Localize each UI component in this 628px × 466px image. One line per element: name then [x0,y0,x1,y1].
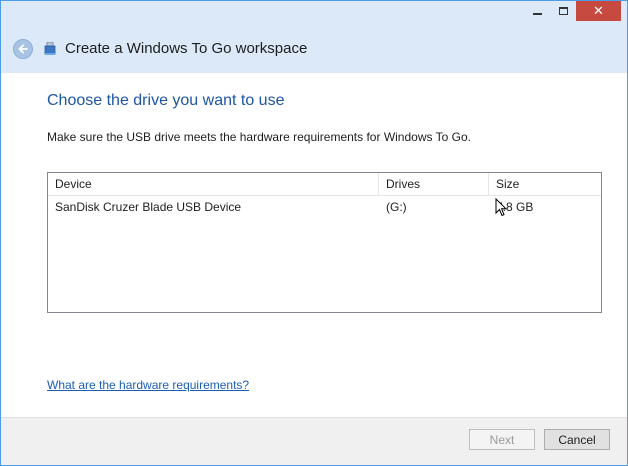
wizard-window: ✕ Create a Windows To Go workspace Choos… [0,0,628,466]
maximize-button[interactable] [550,1,576,21]
column-header-drives[interactable]: Drives [379,173,489,196]
cell-device: SanDisk Cruzer Blade USB Device [55,200,242,214]
column-header-device[interactable]: Device [48,173,379,196]
drive-list[interactable]: Device Drives Size SanDisk Cruzer Blade … [47,172,602,313]
minimize-icon [532,13,542,15]
table-row[interactable]: SanDisk Cruzer Blade USB Device (G:) 7.8… [48,196,601,218]
caption-buttons: ✕ [524,1,621,21]
close-button[interactable]: ✕ [576,1,621,21]
list-header: Device Drives Size [48,173,601,196]
instruction-text: Make sure the USB drive meets the hardwa… [47,130,471,144]
usb-drive-icon [44,42,56,55]
back-arrow-icon [18,44,28,54]
cell-drives: (G:) [386,200,407,214]
button-bar: Next Cancel [1,417,627,465]
back-button[interactable] [13,39,33,59]
close-icon: ✕ [593,3,604,18]
next-button[interactable]: Next [469,429,535,450]
minimize-button[interactable] [524,1,550,21]
maximize-icon [558,7,568,15]
column-header-size[interactable]: Size [489,173,601,196]
window-header: ✕ Create a Windows To Go workspace [1,1,627,73]
cancel-button[interactable]: Cancel [544,429,610,450]
mouse-cursor-icon [495,198,507,217]
window-title: Create a Windows To Go workspace [65,40,308,57]
hardware-requirements-link[interactable]: What are the hardware requirements? [47,378,249,392]
page-heading: Choose the drive you want to use [47,92,285,109]
